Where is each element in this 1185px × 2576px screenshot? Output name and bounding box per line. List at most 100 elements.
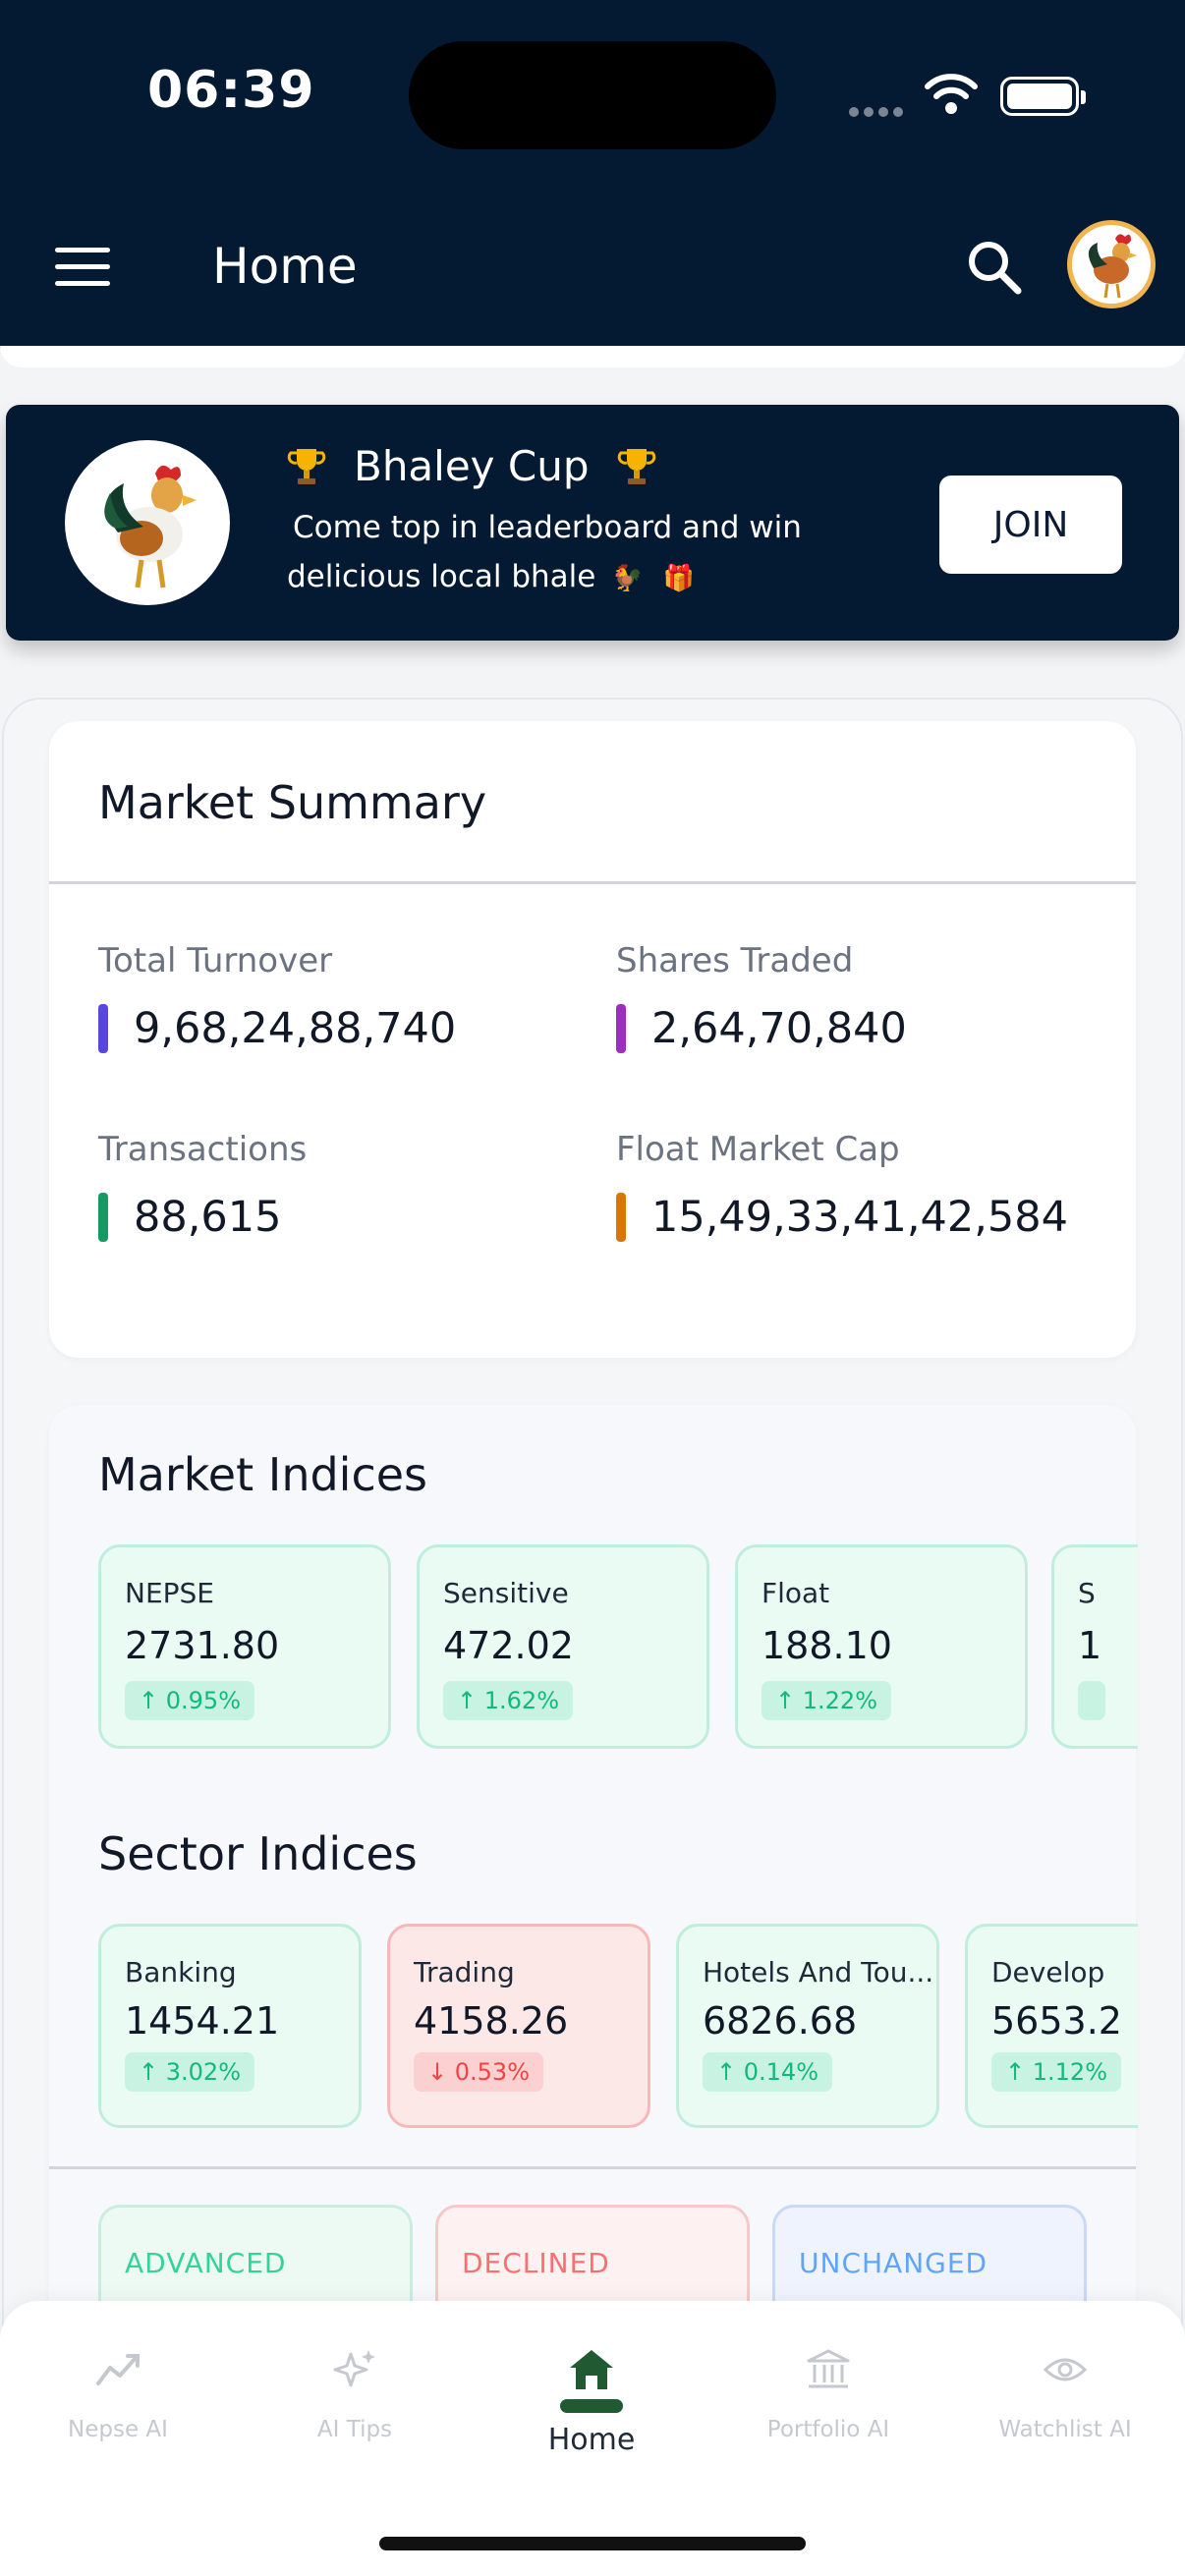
banner-title-row: Bhaley Cup	[287, 442, 656, 490]
tile-change: 0.95%	[165, 1687, 241, 1714]
sector-tile-banking[interactable]: Banking 1454.21 ↑ 3.02%	[98, 1924, 362, 2128]
banner-subtitle-line1: Come top in leaderboard and win	[293, 510, 802, 545]
tile-name: NEPSE	[125, 1577, 214, 1609]
home-indicator	[379, 2537, 806, 2550]
tile-name: Trading	[414, 1956, 515, 1988]
stat-value-text: 88,615	[134, 1193, 282, 1242]
tile-name: Sensitive	[443, 1577, 569, 1609]
section-divider	[49, 2166, 1136, 2169]
market-indices-title: Market Indices	[98, 1448, 428, 1501]
declined-label: DECLINED	[462, 2247, 610, 2279]
tile-change: 3.02%	[165, 2058, 241, 2086]
tile-change: 1.22%	[802, 1687, 877, 1714]
trophy-icon	[287, 448, 326, 484]
nav-label: Home	[547, 2423, 636, 2457]
tile-change-badge: ↑ 0.14%	[703, 2052, 832, 2092]
nav-label: Watchlist AI	[998, 2417, 1132, 2442]
promo-banner: Bhaley Cup Come top in leaderboard and w…	[6, 405, 1179, 641]
stat-value: 15,49,33,41,42,584	[616, 1193, 1088, 1242]
bank-icon	[710, 2340, 946, 2399]
bottom-nav: Nepse AI AI Tips Home Portfolio AI Watch…	[0, 2301, 1185, 2576]
join-button[interactable]: JOIN	[939, 476, 1122, 574]
tile-value: 1	[1078, 1624, 1102, 1667]
banner-subtitle: Come top in leaderboard and win deliciou…	[287, 503, 896, 603]
tile-change-badge: ↑ 1.12%	[991, 2052, 1121, 2092]
stat-label: Shares Traded	[616, 941, 854, 980]
tile-change-badge: ↑ 0.95%	[125, 1681, 254, 1720]
sector-indices-row[interactable]: Banking 1454.21 ↑ 3.02% Trading 4158.26 …	[98, 1924, 1138, 2132]
trend-line-icon	[0, 2340, 236, 2399]
wifi-icon	[924, 73, 979, 120]
tile-change-badge: ↑ 3.02%	[125, 2052, 254, 2092]
avatar[interactable]	[1067, 220, 1156, 308]
tile-name: S	[1078, 1577, 1096, 1609]
stat-color-bar	[98, 1193, 108, 1242]
index-tile-partial[interactable]: S 1	[1051, 1544, 1138, 1749]
battery-icon	[1000, 77, 1086, 116]
stat-color-bar	[98, 1004, 108, 1053]
tile-change-badge: ↑ 1.62%	[443, 1681, 573, 1720]
tile-change: 1.62%	[483, 1687, 559, 1714]
banner-subtitle-line2: delicious local bhale 🐓 🎁	[287, 552, 896, 603]
tile-name: Float	[762, 1577, 830, 1609]
tile-change-badge: ↓ 0.53%	[414, 2052, 543, 2092]
stat-color-bar	[616, 1004, 626, 1053]
sector-tile-hotels[interactable]: Hotels And Tou... 6826.68 ↑ 0.14%	[676, 1924, 939, 2128]
tile-value: 188.10	[762, 1624, 892, 1667]
nav-label: Nepse AI	[68, 2417, 168, 2442]
nav-nepse-ai[interactable]: Nepse AI	[0, 2340, 236, 2442]
stat-total-turnover: Total Turnover 9,68,24,88,740	[98, 941, 570, 1053]
dynamic-island	[409, 41, 776, 149]
sector-tile-development[interactable]: Develop 5653.2 ↑ 1.12%	[965, 1924, 1138, 2128]
stat-shares-traded: Shares Traded 2,64,70,840	[616, 941, 1088, 1053]
stat-label: Transactions	[98, 1130, 308, 1169]
tile-change: 0.14%	[743, 2058, 818, 2086]
hamburger-menu-icon[interactable]	[55, 248, 110, 287]
nav-label: Portfolio AI	[766, 2417, 890, 2442]
tile-value: 4158.26	[414, 1999, 569, 2043]
top-header: 06:39 Home	[0, 0, 1185, 348]
stat-value: 88,615	[98, 1193, 570, 1242]
nav-watchlist-ai[interactable]: Watchlist AI	[947, 2340, 1183, 2442]
tile-name: Develop	[991, 1956, 1105, 1988]
stat-float-market-cap: Float Market Cap 15,49,33,41,42,584	[616, 1130, 1088, 1242]
stat-value: 2,64,70,840	[616, 1004, 1088, 1053]
gift-emoji: 🎁	[662, 564, 695, 593]
tile-change: 1.12%	[1032, 2058, 1107, 2086]
index-tile-sensitive[interactable]: Sensitive 472.02 ↑ 1.62%	[417, 1544, 709, 1749]
tile-value: 1454.21	[125, 1999, 280, 2043]
tile-value: 5653.2	[991, 1999, 1122, 2043]
sparkles-icon	[237, 2340, 473, 2399]
nav-portfolio-ai[interactable]: Portfolio AI	[710, 2340, 946, 2442]
header-lip	[0, 346, 1185, 367]
signal-icon	[849, 102, 908, 117]
stat-value-text: 2,64,70,840	[651, 1004, 907, 1053]
unchanged-label: UNCHANGED	[799, 2247, 988, 2279]
tile-name: Hotels And Tou...	[703, 1956, 934, 1988]
active-tab-indicator	[560, 2399, 623, 2413]
rooster-logo	[65, 440, 230, 605]
stat-value: 9,68,24,88,740	[98, 1004, 570, 1053]
trophy-icon	[617, 448, 655, 484]
market-summary-title: Market Summary	[98, 776, 487, 829]
nav-label: AI Tips	[316, 2417, 393, 2442]
nav-ai-tips[interactable]: AI Tips	[237, 2340, 473, 2442]
sector-tile-trading[interactable]: Trading 4158.26 ↓ 0.53%	[387, 1924, 650, 2128]
page-title: Home	[212, 238, 358, 295]
tile-value: 472.02	[443, 1624, 574, 1667]
stat-transactions: Transactions 88,615	[98, 1130, 570, 1242]
index-tile-nepse[interactable]: NEPSE 2731.80 ↑ 0.95%	[98, 1544, 391, 1749]
stat-color-bar	[616, 1193, 626, 1242]
advanced-label: ADVANCED	[125, 2247, 287, 2279]
eye-icon	[947, 2340, 1183, 2399]
market-indices-row[interactable]: NEPSE 2731.80 ↑ 0.95% Sensitive 472.02 ↑…	[98, 1544, 1138, 1753]
tile-change-badge	[1078, 1681, 1105, 1720]
search-icon[interactable]	[965, 238, 1024, 301]
sector-indices-title: Sector Indices	[98, 1827, 418, 1880]
tile-value: 2731.80	[125, 1624, 280, 1667]
stat-value-text: 9,68,24,88,740	[134, 1004, 457, 1053]
index-tile-float[interactable]: Float 188.10 ↑ 1.22%	[735, 1544, 1028, 1749]
rooster-emoji: 🐓	[611, 564, 644, 593]
stat-value-text: 15,49,33,41,42,584	[651, 1193, 1068, 1242]
stat-label: Float Market Cap	[616, 1130, 900, 1169]
